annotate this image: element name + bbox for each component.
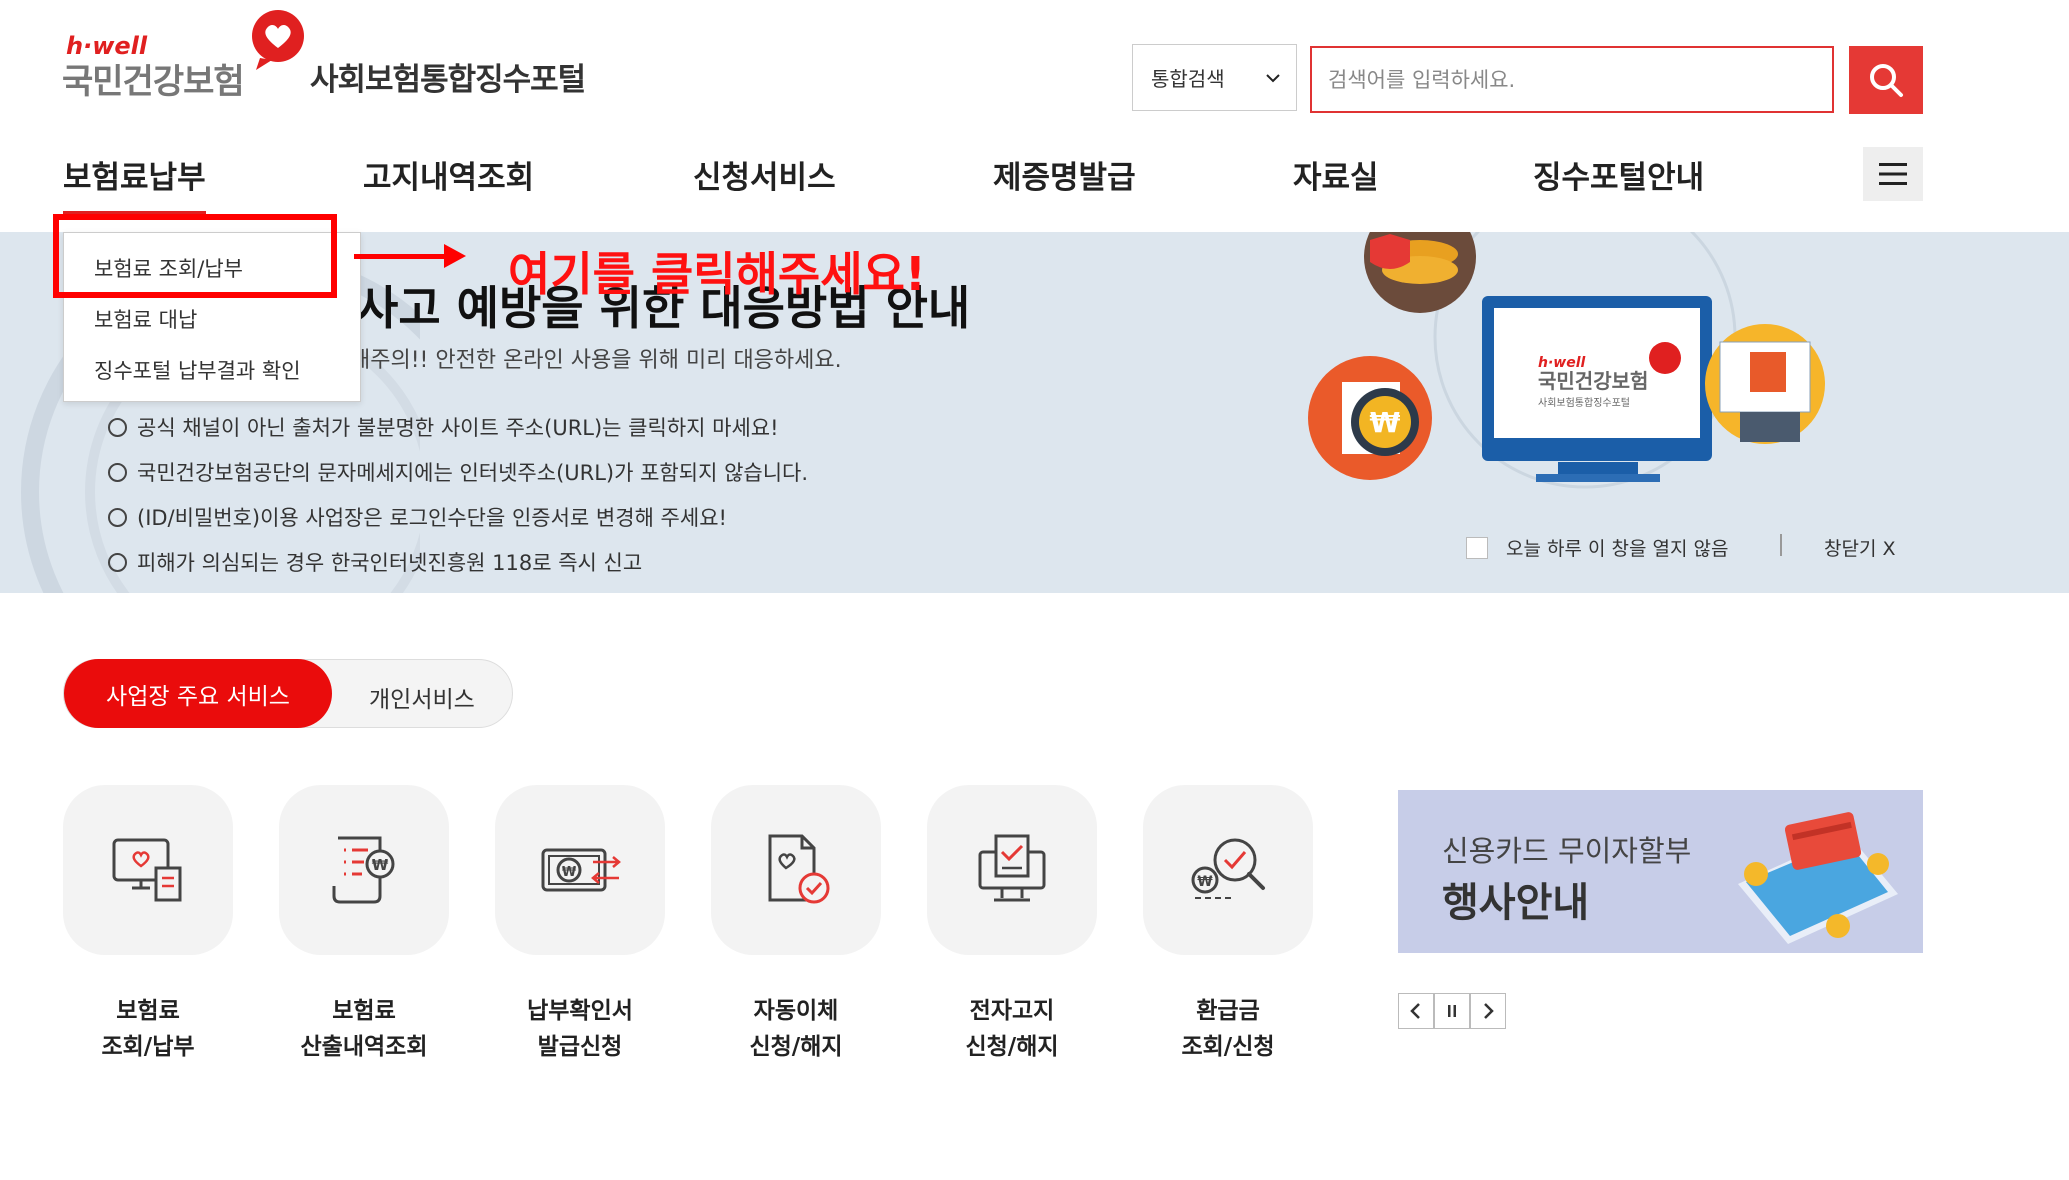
portal-title: 사회보험통합징수포털 <box>310 62 586 98</box>
click-here-annotation: 여기를 클릭해주세요! <box>508 247 926 301</box>
service-card-premium-inquiry[interactable] <box>63 785 233 955</box>
logo[interactable]: h·well 국민건강보험 사회보험통합징수포털 <box>62 8 622 102</box>
service-label[interactable]: 보험료 조회/납부 <box>48 993 248 1065</box>
document-won-icon: ₩ <box>332 836 395 904</box>
service-label-line1: 자동이체 <box>753 998 839 1024</box>
tab-business-services[interactable]: 사업장 주요 서비스 <box>64 659 332 728</box>
banner-tip: (ID/비밀번호)이용 사업장은 로그인수단을 인증서로 변경해 주세요! <box>108 502 727 532</box>
svg-text:사회보험통합징수포털: 사회보험통합징수포털 <box>1538 397 1630 409</box>
banner-tip: 국민건강보험공단의 문자메세지에는 인터넷주소(URL)가 포함되지 않습니다. <box>108 457 808 487</box>
hamburger-icon <box>1879 163 1907 185</box>
hide-today-label[interactable]: 오늘 하루 이 창을 열지 않음 <box>1506 534 1728 561</box>
nav-item-portal-guide[interactable]: 징수포털안내 <box>1533 152 1704 197</box>
nav-item-payment[interactable]: 보험료납부 <box>63 152 206 215</box>
search-won-icon: ₩ <box>1191 838 1265 899</box>
service-label[interactable]: 보험료 산출내역조회 <box>264 993 464 1065</box>
service-label[interactable]: 환급금 조회/신청 <box>1128 993 1328 1065</box>
promo-next-button[interactable] <box>1470 993 1506 1029</box>
nav-item-certificates[interactable]: 제증명발급 <box>993 152 1136 197</box>
hide-today-checkbox[interactable] <box>1466 537 1488 559</box>
service-card-auto-transfer[interactable] <box>711 785 881 955</box>
promo-prev-button[interactable] <box>1398 993 1434 1029</box>
service-label-line2: 조회/납부 <box>101 1034 195 1060</box>
won-transfer-icon: ₩ <box>541 848 621 892</box>
chevron-down-icon <box>1266 74 1280 83</box>
search-input[interactable] <box>1310 46 1834 113</box>
banner-tip: 피해가 의심되는 경우 한국인터넷진흥원 118로 즉시 신고 <box>108 547 642 577</box>
menu-button[interactable] <box>1863 147 1923 201</box>
service-label[interactable]: 자동이체 신청/해지 <box>696 993 896 1065</box>
banner-tip: 공식 채널이 아닌 출처가 불분명한 사이트 주소(URL)는 클릭하지 마세요… <box>108 412 779 442</box>
service-tabs: 사업장 주요 서비스 개인서비스 <box>63 659 513 728</box>
service-card-e-notice[interactable] <box>927 785 1097 955</box>
heart-logo-icon <box>252 10 304 70</box>
service-card-calculation-details[interactable]: ₩ <box>279 785 449 955</box>
service-label-line1: 환급금 <box>1196 998 1260 1024</box>
service-label-line2: 발급신청 <box>537 1034 623 1060</box>
pause-icon <box>1448 1005 1456 1017</box>
svg-text:₩: ₩ <box>372 856 389 874</box>
banner-illustration: ₩ h·well 국민건강보험 사회보험통합징수포털 <box>1308 232 1825 489</box>
service-card-refund[interactable]: ₩ <box>1143 785 1313 955</box>
service-label-line1: 전자고지 <box>969 998 1055 1024</box>
service-label-line2: 신청/해지 <box>749 1034 843 1060</box>
monitor-check-icon <box>978 834 1046 902</box>
banner-subtitle: 해주의!! 안전한 온라인 사용을 위해 미리 대응하세요. <box>350 348 842 373</box>
highlight-box <box>53 214 337 298</box>
chevron-right-icon <box>1484 1003 1494 1019</box>
dropdown-item-payment-result[interactable]: 징수포털 납부결과 확인 <box>94 355 301 385</box>
promo-pause-button[interactable] <box>1434 993 1470 1029</box>
promo-line2: 행사안내 <box>1442 880 1590 926</box>
service-label-line2: 신청/해지 <box>965 1034 1059 1060</box>
svg-text:₩: ₩ <box>1197 874 1213 890</box>
svg-text:국민건강보험: 국민건강보험 <box>1538 369 1648 393</box>
chevron-left-icon <box>1410 1003 1420 1019</box>
logo-brand: 국민건강보험 <box>62 62 245 102</box>
search-scope-value: 통합검색 <box>1151 67 1225 91</box>
nav-item-applications[interactable]: 신청서비스 <box>693 152 836 197</box>
service-label-line2: 조회/신청 <box>1181 1034 1275 1060</box>
arrow-right-icon <box>354 244 466 268</box>
service-label-line1: 보험료 <box>332 998 396 1024</box>
svg-text:₩: ₩ <box>1370 406 1401 439</box>
service-label-line1: 보험료 <box>116 998 180 1024</box>
monitor-heart-icon <box>112 838 182 902</box>
credit-card-phone-icon <box>1738 812 1898 944</box>
service-label-line2: 산출내역조회 <box>300 1034 428 1060</box>
service-label[interactable]: 전자고지 신청/해지 <box>912 993 1112 1065</box>
close-banner-button[interactable]: 창닫기 X <box>1824 534 1896 561</box>
dropdown-item-proxy-payment[interactable]: 보험료 대납 <box>94 304 197 334</box>
search-scope-select[interactable]: 통합검색 <box>1132 44 1297 111</box>
tab-personal-services[interactable]: 개인서비스 <box>369 680 475 714</box>
service-label-line1: 납부확인서 <box>527 998 633 1024</box>
service-label[interactable]: 납부확인서 발급신청 <box>480 993 680 1065</box>
nav-item-library[interactable]: 자료실 <box>1293 152 1379 197</box>
document-check-icon <box>768 834 830 904</box>
search-button[interactable] <box>1849 46 1923 114</box>
promo-banner[interactable]: 신용카드 무이자할부 행사안내 <box>1398 790 1923 953</box>
nav-item-notices[interactable]: 고지내역조회 <box>363 152 534 197</box>
promo-line1: 신용카드 무이자할부 <box>1442 834 1692 868</box>
divider <box>1780 534 1782 556</box>
svg-text:₩: ₩ <box>562 865 577 880</box>
search-icon <box>1870 64 1903 97</box>
service-card-payment-certificate[interactable]: ₩ <box>495 785 665 955</box>
